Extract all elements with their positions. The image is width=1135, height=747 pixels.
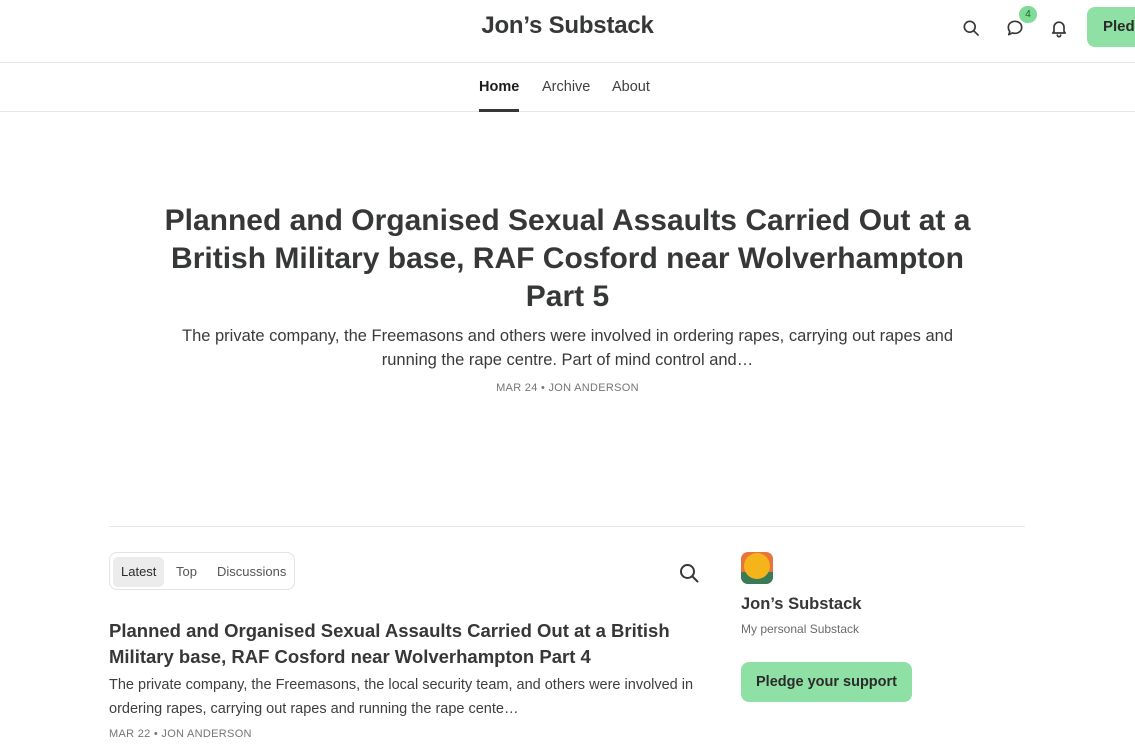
feed-tabs: Latest Top Discussions [109, 552, 295, 590]
hero-post-meta: MAR 24 • JON ANDERSON [496, 382, 639, 394]
tab-discussions[interactable]: Discussions [217, 557, 286, 587]
publication-name[interactable]: Jon’s Substack [741, 595, 861, 614]
hero-post-title[interactable]: Planned and Organised Sexual Assaults Ca… [160, 202, 975, 316]
nav-about[interactable]: About [612, 63, 650, 111]
search-icon[interactable] [957, 14, 985, 42]
bell-icon[interactable] [1045, 14, 1073, 42]
search-posts-icon[interactable] [677, 561, 701, 585]
header-pledge-button[interactable]: Pledge your support [1087, 7, 1135, 47]
tab-latest[interactable]: Latest [113, 557, 165, 587]
post-title[interactable]: Planned and Organised Sexual Assaults Ca… [109, 618, 709, 670]
post-subtitle: The private company, the Freemasons, the… [109, 677, 694, 717]
publication-description: My personal Substack [741, 622, 860, 636]
nav-bar: Home Archive About [0, 63, 1135, 112]
publication-logo[interactable] [741, 552, 773, 584]
notification-count-badge: 4 [1019, 6, 1037, 23]
section-divider [109, 526, 1025, 527]
sidebar-pledge-button[interactable]: Pledge your support [741, 662, 912, 702]
tab-top[interactable]: Top [176, 557, 197, 587]
hero-post-subtitle: The private company, the Freemasons and … [181, 327, 954, 369]
nav-home[interactable]: Home [479, 63, 520, 112]
post-meta: MAR 22 • JON ANDERSON [109, 728, 252, 740]
nav-archive[interactable]: Archive [542, 63, 590, 111]
top-header: Jon’s Substack 4 Pledge your support [0, 0, 1135, 63]
